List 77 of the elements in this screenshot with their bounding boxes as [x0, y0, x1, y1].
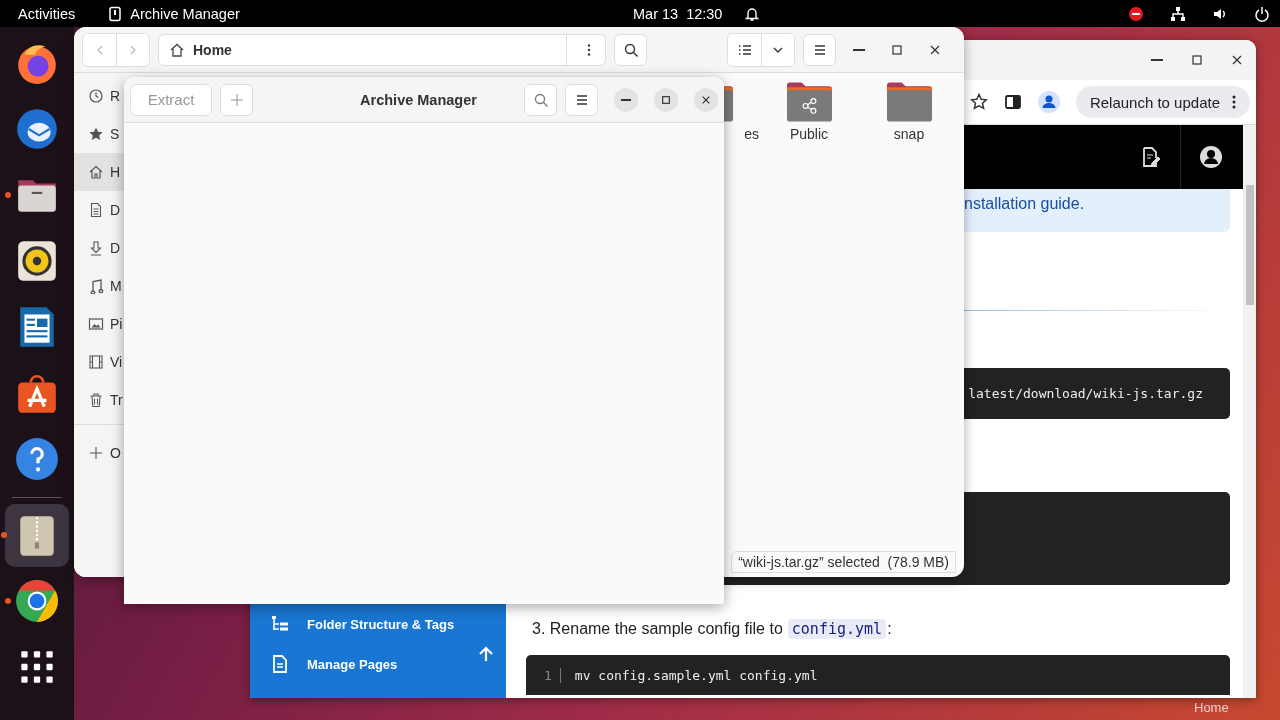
maximize-button[interactable] — [654, 87, 678, 112]
bell-icon — [744, 5, 761, 22]
sidebar-item[interactable]: Vi — [74, 343, 124, 381]
star-icon[interactable] — [969, 93, 988, 111]
image-icon — [88, 316, 104, 332]
folder-tree-icon — [270, 614, 290, 634]
archive-icon — [107, 5, 124, 22]
list-view-button[interactable] — [728, 33, 761, 66]
sidebar-item[interactable]: D — [74, 191, 124, 229]
sidebar-item[interactable]: D — [74, 229, 124, 267]
path-segment[interactable]: Home — [193, 41, 232, 58]
home-icon — [88, 164, 104, 180]
document-icon — [88, 202, 104, 218]
trash-icon — [88, 392, 104, 408]
desktop-icon-label[interactable]: Home — [1194, 700, 1229, 715]
maximize-icon — [661, 94, 671, 105]
star-icon — [88, 126, 104, 142]
app-name[interactable]: Archive Manager — [130, 5, 240, 22]
menu-button[interactable] — [803, 33, 836, 66]
plus-icon — [88, 445, 104, 461]
scrollbar[interactable] — [1243, 125, 1256, 698]
sidebar-item[interactable]: Tr — [74, 381, 124, 419]
sidebar-item[interactable]: M — [74, 267, 124, 305]
search-button[interactable] — [614, 33, 647, 66]
window-title: Archive Manager — [359, 91, 478, 108]
line-number: 1 — [544, 667, 561, 683]
folder-item[interactable]: snap — [859, 81, 959, 142]
folder-item[interactable]: Public — [759, 81, 859, 142]
clock-time[interactable]: 12:30 — [686, 5, 723, 22]
help-icon[interactable] — [14, 436, 60, 482]
installation-guide-link[interactable]: nstallation guide. — [964, 195, 1085, 212]
status-overlay: “wiki-js.tar.gz” selected (78.9 MB) — [731, 551, 956, 573]
folder-icon — [885, 81, 933, 123]
plus-icon — [228, 91, 245, 108]
code-text: latest/download/wiki-js.tar.gz — [968, 386, 1203, 401]
film-icon — [88, 354, 104, 370]
minimize-icon — [1151, 59, 1163, 61]
clock-date[interactable]: Mar 13 — [633, 5, 679, 22]
search-icon — [622, 41, 639, 58]
chrome-circle-icon[interactable] — [14, 578, 60, 624]
punctuation: : — [887, 620, 892, 638]
side-panel-icon[interactable] — [1003, 93, 1022, 111]
sidebar-item[interactable]: R — [74, 77, 124, 115]
menu-button[interactable] — [565, 83, 598, 116]
download-icon — [88, 240, 104, 256]
close-icon — [1231, 54, 1243, 66]
sidebar-item[interactable]: H — [74, 153, 124, 191]
activities-button[interactable]: Activities — [18, 5, 76, 22]
home-icon — [169, 41, 185, 58]
maximize-icon — [1191, 54, 1203, 66]
nav-item[interactable]: Manage Pages — [270, 649, 398, 679]
do-not-disturb-icon[interactable] — [1128, 5, 1144, 22]
code-text: mv config.sample.yml config.yml — [574, 667, 818, 683]
close-icon — [701, 94, 711, 105]
account-icon[interactable] — [1199, 145, 1223, 169]
power-icon[interactable] — [1254, 5, 1270, 22]
shared-folder-icon — [785, 81, 833, 123]
sidebar-item[interactable]: S — [74, 115, 124, 153]
inline-code: config.yml — [787, 619, 887, 639]
minimize-icon — [621, 98, 631, 101]
relaunch-button[interactable]: Relaunch to update — [1075, 86, 1250, 118]
profile-icon[interactable] — [1037, 91, 1060, 113]
document-icon — [270, 654, 290, 674]
music-note-icon — [88, 278, 104, 294]
step-text: 3. Rename the sample config file to — [532, 620, 783, 638]
path-bar[interactable]: Home — [158, 33, 606, 66]
maximize-icon — [891, 43, 903, 56]
network-icon[interactable] — [1170, 5, 1186, 22]
clock-icon — [88, 88, 104, 104]
sidebar-item[interactable]: Pi — [74, 305, 124, 343]
bird-mail-icon[interactable] — [14, 106, 60, 152]
sidebar-item[interactable]: O — [74, 434, 124, 472]
minimize-button[interactable] — [614, 87, 638, 112]
close-icon — [929, 43, 941, 56]
nav-item[interactable]: Folder Structure & Tags — [270, 609, 455, 639]
search-icon — [532, 91, 549, 108]
minimize-icon — [853, 48, 865, 51]
